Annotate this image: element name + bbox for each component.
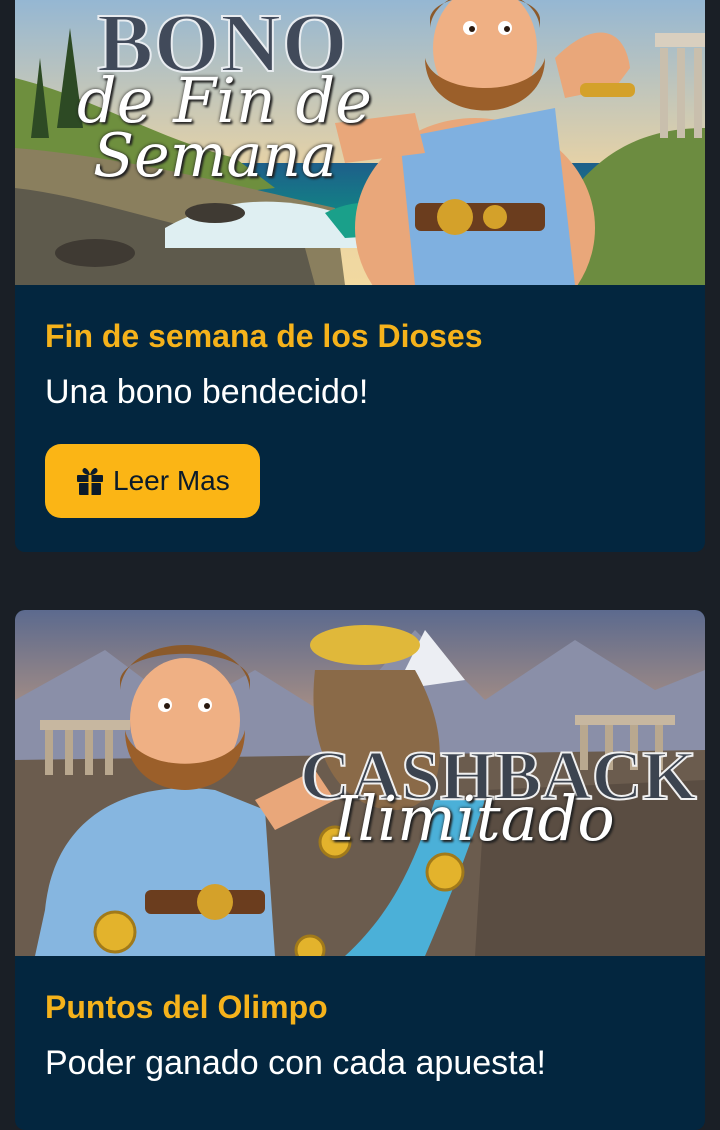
promo-banner-image: CASHBACK Ilimitado [15,610,705,956]
banner-script: Ilimitado [333,782,615,855]
banner-script-line2: Semana [93,121,337,191]
promo-card-weekend-bonus: BONO de Fin de Semana Fin de semana de l… [15,0,705,552]
read-more-button[interactable]: Leer Mas [45,443,260,518]
promo-banner-image: BONO de Fin de Semana [15,0,705,285]
promo-card-cashback: CASHBACK Ilimitado Puntos del Olimpo Pod… [15,610,705,1130]
read-more-label: Leer Mas [113,464,230,496]
card-title: Puntos del Olimpo [45,989,328,1025]
gift-icon [77,467,103,495]
card-subtitle: Poder ganado con cada apuesta! [45,1044,546,1083]
card-subtitle: Una bono bendecido! [45,373,369,412]
card-title: Fin de semana de los Dioses [45,318,483,354]
